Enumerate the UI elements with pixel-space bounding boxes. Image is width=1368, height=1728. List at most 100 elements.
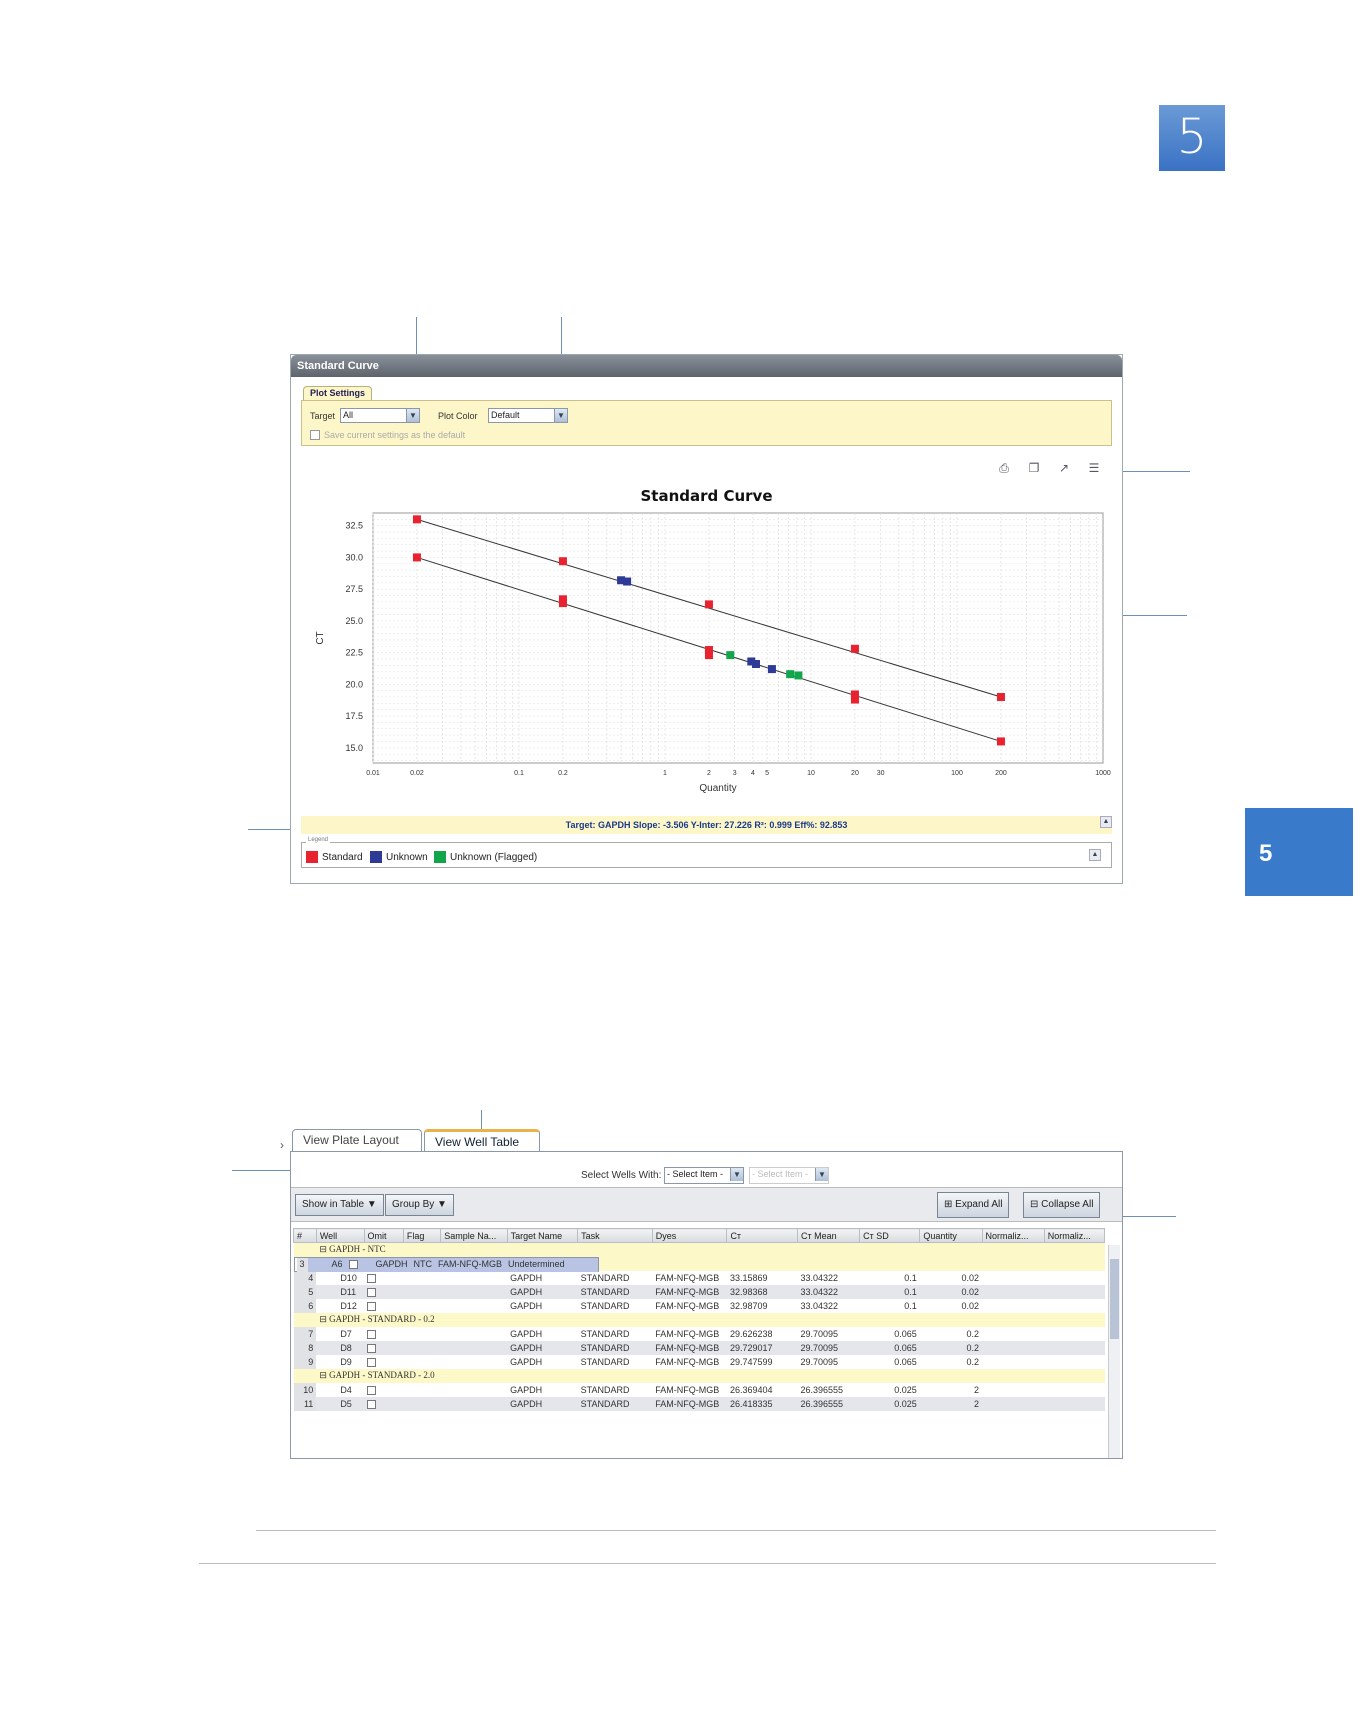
omit-cell[interactable] xyxy=(364,1299,403,1313)
copy-icon[interactable]: ❐ xyxy=(1026,461,1042,475)
table-cell: 10 xyxy=(293,1382,317,1397)
table-cell xyxy=(1044,1271,1104,1285)
table-cell: 6 xyxy=(293,1298,317,1313)
data-point xyxy=(850,695,859,704)
column-header[interactable]: Dyes xyxy=(651,1228,728,1243)
select-wells-dropdown[interactable]: - Select Item - ▼ xyxy=(664,1167,744,1184)
x-tick-label: 0.02 xyxy=(410,770,424,777)
table-cell: D9 xyxy=(340,1356,352,1367)
table-row[interactable]: 5 D11 GAPDH STANDARD FAM-NFQ-MGB 32.98368 33.0… xyxy=(293,1284,1105,1299)
column-header[interactable]: Cᴛ Mean xyxy=(796,1228,861,1243)
table-row[interactable]: 4 D10 GAPDH STANDARD FAM-NFQ-MGB 33.15869 33.0… xyxy=(293,1270,1105,1285)
omit-checkbox[interactable] xyxy=(367,1343,377,1353)
group-header-row[interactable]: ⊟ GAPDH - NTC xyxy=(293,1242,1105,1257)
omit-cell[interactable] xyxy=(364,1327,403,1341)
table-row[interactable]: 7 D7 GAPDH STANDARD FAM-NFQ-MGB 29.626238 29.7… xyxy=(293,1326,1105,1341)
standard-curve-plot[interactable]: 15.0 17.5 20.0 22.5 25.0 27.5 30.0 32.5 0.01 0.02… xyxy=(291,505,1122,815)
side-chapter-tab: 5 xyxy=(1245,808,1353,896)
table-row[interactable]: 8 D8 GAPDH STANDARD FAM-NFQ-MGB 29.729017 29.7… xyxy=(293,1340,1105,1355)
table-cell: A6 xyxy=(307,1257,346,1272)
data-point xyxy=(623,577,632,586)
plot-color-select[interactable]: Default ▼ xyxy=(488,408,568,423)
table-cell: 29.626238 xyxy=(729,1328,773,1339)
column-header[interactable]: Cᴛ SD xyxy=(859,1228,921,1243)
column-header[interactable]: # xyxy=(293,1228,317,1243)
data-point xyxy=(751,660,760,669)
expand-all-button[interactable]: ⊞ Expand All xyxy=(937,1192,1010,1218)
column-header[interactable]: Quantity xyxy=(919,1228,983,1243)
omit-checkbox[interactable] xyxy=(367,1273,377,1283)
table-cell: FAM-NFQ-MGB xyxy=(655,1356,720,1367)
omit-cell[interactable] xyxy=(364,1355,403,1369)
omit-checkbox[interactable] xyxy=(367,1301,377,1311)
table-cell: 0.1 xyxy=(904,1300,917,1311)
legend-scroll-icon[interactable]: ▲ xyxy=(1089,849,1101,861)
column-header[interactable]: Sample Na... xyxy=(440,1228,508,1243)
expand-icon: ⊞ xyxy=(944,1199,956,1210)
column-header[interactable]: Normaliz... xyxy=(1043,1228,1106,1243)
group-by-button[interactable]: Group By ▼ xyxy=(385,1194,454,1216)
group-header-row[interactable]: ⊟ GAPDH - STANDARD - 2.0 xyxy=(293,1368,1105,1383)
table-cell: STANDARD xyxy=(577,1340,653,1355)
table-cell: 33.04322 xyxy=(800,1272,838,1283)
select-wells-dropdown-2[interactable]: - Select Item - ▼ xyxy=(749,1167,829,1184)
x-tick-label: 4 xyxy=(751,770,755,777)
omit-checkbox[interactable] xyxy=(367,1399,377,1409)
omit-checkbox[interactable] xyxy=(348,1260,358,1270)
tab-view-plate-layout[interactable]: View Plate Layout xyxy=(292,1129,422,1151)
legend-swatch xyxy=(370,851,382,863)
target-select[interactable]: All ▼ xyxy=(340,408,420,423)
data-point xyxy=(412,553,421,562)
table-cell: GAPDH xyxy=(510,1300,543,1311)
table-cell xyxy=(1044,1299,1104,1313)
table-cell: 2 xyxy=(919,1396,983,1411)
table-row[interactable]: 11 D5 GAPDH STANDARD FAM-NFQ-MGB 26.418335 26.… xyxy=(293,1396,1105,1411)
table-toolbar: Show in Table ▼ Group By ▼ ⊞ Expand All … xyxy=(291,1187,1122,1222)
legend-list-icon[interactable]: ☰ xyxy=(1086,461,1102,475)
column-header[interactable]: Target Name xyxy=(506,1228,579,1243)
omit-checkbox[interactable] xyxy=(367,1329,377,1339)
column-header[interactable]: Task xyxy=(577,1228,653,1243)
table-cell xyxy=(982,1355,1044,1369)
column-header[interactable]: Normaliz... xyxy=(981,1228,1045,1243)
show-in-table-button[interactable]: Show in Table ▼ xyxy=(295,1194,384,1216)
table-row[interactable]: 9 D9 GAPDH STANDARD FAM-NFQ-MGB 29.747599 29.7… xyxy=(293,1354,1105,1369)
stats-scroll-icon[interactable]: ▲ xyxy=(1100,816,1112,828)
table-row[interactable]: 3 A6 GAPDH NTC FAM-NFQ-MGB Undetermined xyxy=(293,1256,599,1272)
omit-cell[interactable] xyxy=(364,1396,404,1411)
omit-checkbox[interactable] xyxy=(367,1357,377,1367)
omit-cell[interactable] xyxy=(364,1271,403,1285)
table-cell: 2 xyxy=(974,1384,980,1395)
omit-checkbox[interactable] xyxy=(367,1287,377,1297)
plot-properties-icon[interactable]: ↗ xyxy=(1056,461,1072,475)
column-header[interactable]: Flag xyxy=(402,1228,442,1243)
x-tick-label: 0.2 xyxy=(558,770,568,777)
collapse-icon: ⊟ xyxy=(1030,1199,1042,1210)
y-tick-label: 17.5 xyxy=(345,711,363,721)
save-default-checkbox[interactable] xyxy=(310,430,320,440)
column-header[interactable]: Well xyxy=(315,1228,365,1243)
column-header[interactable]: Omit xyxy=(363,1228,404,1243)
omit-cell[interactable] xyxy=(364,1383,403,1397)
table-row[interactable]: 10 D4 GAPDH STANDARD FAM-NFQ-MGB 26.369404 26.… xyxy=(293,1382,1105,1397)
collapse-arrow-icon[interactable]: › xyxy=(280,1138,284,1152)
table-scrollbar[interactable] xyxy=(1108,1245,1120,1458)
omit-cell[interactable] xyxy=(364,1284,404,1299)
column-header[interactable]: Cᴛ xyxy=(726,1228,798,1243)
table-cell: 26.369404 xyxy=(729,1384,773,1395)
target-label: Target xyxy=(310,411,336,421)
table-cell: 0.065 xyxy=(894,1356,917,1367)
table-row[interactable]: 6 D12 GAPDH STANDARD FAM-NFQ-MGB 32.98709 33.0… xyxy=(293,1298,1105,1313)
collapse-all-button[interactable]: ⊟ Collapse All xyxy=(1023,1192,1101,1218)
standard-curve-window: Standard Curve Plot Settings Target All … xyxy=(290,354,1123,884)
omit-cell[interactable] xyxy=(345,1257,361,1272)
group-header-row[interactable]: ⊟ GAPDH - STANDARD - 0.2 xyxy=(293,1312,1105,1327)
omit-checkbox[interactable] xyxy=(367,1385,377,1395)
omit-cell[interactable] xyxy=(364,1340,404,1355)
scrollbar-thumb[interactable] xyxy=(1110,1259,1119,1339)
print-icon[interactable]: ⎙ xyxy=(996,461,1012,475)
plot-settings-tab[interactable]: Plot Settings xyxy=(303,386,373,401)
tab-view-well-table[interactable]: View Well Table xyxy=(424,1129,540,1151)
table-cell: STANDARD xyxy=(577,1396,653,1411)
table-cell: STANDARD xyxy=(580,1272,630,1283)
